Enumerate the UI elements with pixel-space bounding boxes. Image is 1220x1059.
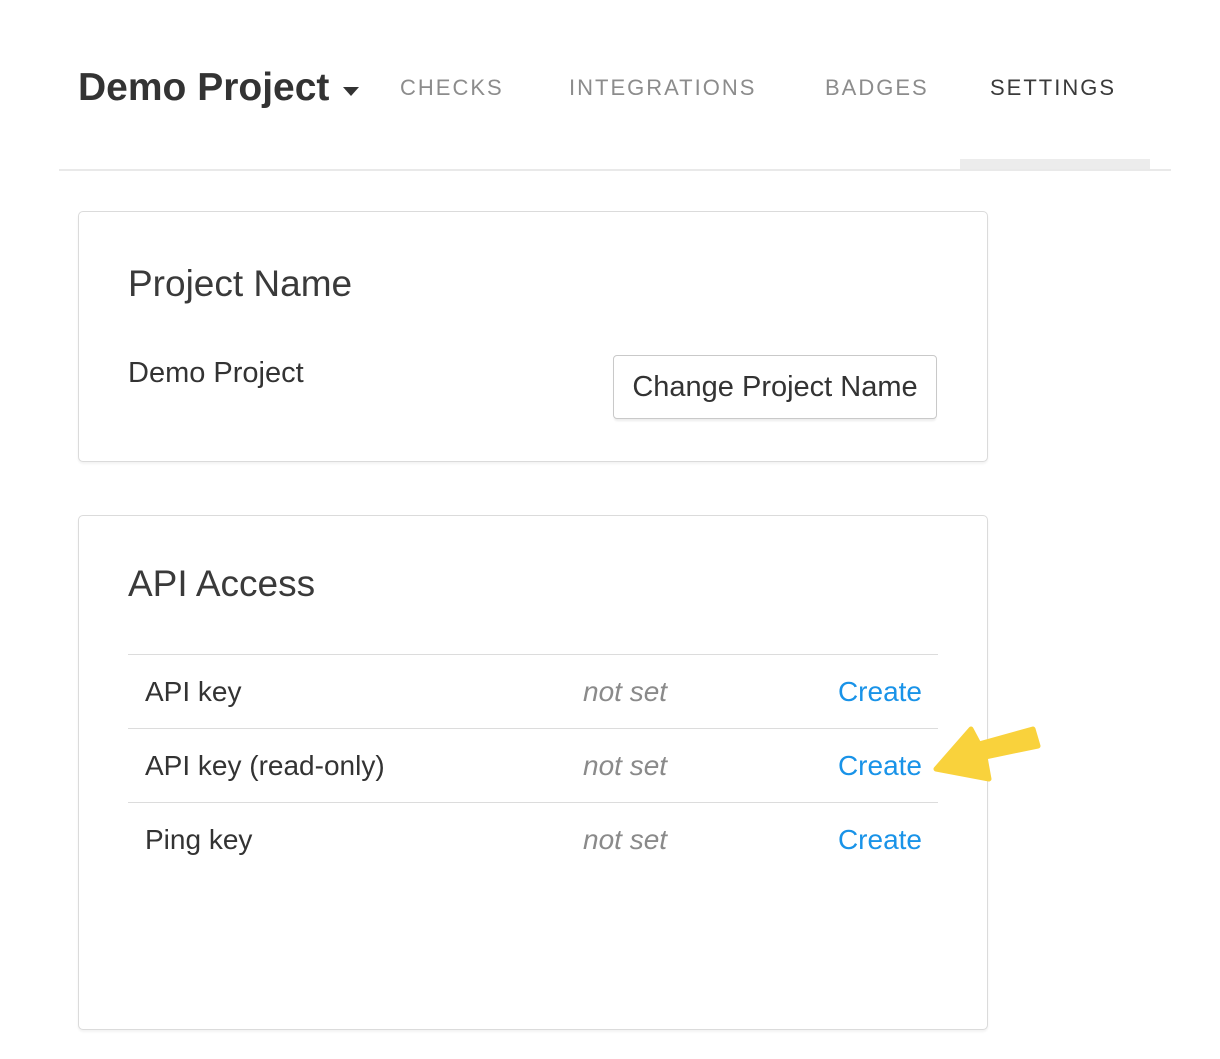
api-key-action-cell: Create (823, 824, 938, 856)
api-key-label: Ping key (128, 824, 583, 856)
tab-integrations[interactable]: INTEGRATIONS (569, 75, 756, 101)
create-key-link[interactable]: Create (838, 676, 922, 707)
arrow-pointing-left-icon (925, 720, 1045, 786)
create-key-link[interactable]: Create (838, 824, 922, 855)
tab-badges[interactable]: BADGES (825, 75, 929, 101)
page-title: Demo Project (78, 66, 329, 110)
project-name-card: Project Name Demo Project Change Project… (78, 211, 988, 462)
tab-checks[interactable]: CHECKS (400, 75, 504, 101)
current-project-name: Demo Project (128, 357, 304, 390)
api-key-label: API key (128, 676, 583, 708)
api-access-card: API Access API key not set Create API ke… (78, 515, 988, 1030)
table-row: Ping key not set Create (128, 802, 938, 876)
table-row: API key (read-only) not set Create (128, 728, 938, 802)
api-key-label: API key (read-only) (128, 750, 583, 782)
api-key-value: not set (583, 750, 823, 782)
tab-settings[interactable]: SETTINGS (990, 75, 1116, 101)
top-navigation: Demo Project CHECKS INTEGRATIONS BADGES SET… (0, 0, 1220, 172)
api-key-action-cell: Create (823, 676, 938, 708)
api-keys-table: API key not set Create API key (read-onl… (128, 654, 938, 876)
api-key-value: not set (583, 824, 823, 856)
api-key-action-cell: Create (823, 750, 938, 782)
change-project-name-button[interactable]: Change Project Name (613, 355, 937, 419)
project-name-card-title: Project Name (128, 263, 352, 305)
caret-down-icon (343, 87, 359, 96)
api-key-value: not set (583, 676, 823, 708)
project-switcher[interactable]: Demo Project (78, 66, 359, 110)
table-row: API key not set Create (128, 654, 938, 728)
create-key-link[interactable]: Create (838, 750, 922, 781)
nav-divider (59, 169, 1171, 171)
api-access-card-title: API Access (128, 563, 315, 605)
